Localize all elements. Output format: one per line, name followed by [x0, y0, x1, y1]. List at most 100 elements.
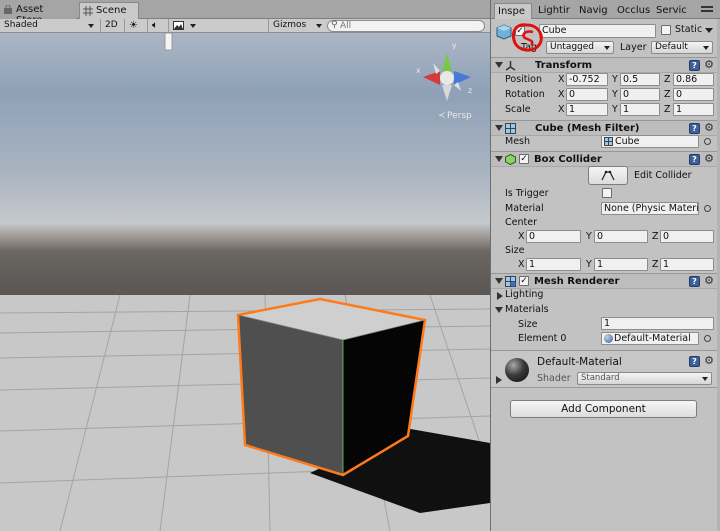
object-picker-icon[interactable]: [704, 138, 711, 145]
box-collider-enabled-checkbox[interactable]: ✓: [519, 154, 529, 164]
is-trigger-checkbox[interactable]: [602, 188, 612, 198]
mesh-renderer-title: Mesh Renderer: [534, 276, 620, 287]
tab-menu-icon[interactable]: [701, 4, 715, 16]
lighting-foldout-arrow-icon[interactable]: [497, 292, 503, 300]
gear-icon[interactable]: ⚙: [703, 275, 715, 287]
size-z-field[interactable]: 1: [660, 258, 714, 271]
tab-occlusion[interactable]: Occlus: [614, 3, 652, 19]
scene-tab-bar: Asset Store Scene: [0, 0, 490, 26]
center-y-field[interactable]: 0: [594, 230, 648, 243]
tab-lighting[interactable]: Lightir: [535, 3, 575, 19]
material-block: Default-Material Shader Standard ? ⚙: [491, 350, 717, 388]
rotation-x-field[interactable]: 0: [566, 88, 608, 101]
tab-asset-store[interactable]: Asset Store: [0, 2, 76, 26]
view-orientation-gizmo[interactable]: y x z ≺ Persp: [416, 41, 472, 121]
lighting-section-label[interactable]: Lighting: [505, 289, 543, 300]
collider-size-label: Size: [505, 245, 525, 256]
size-x-field[interactable]: 1: [526, 258, 581, 271]
position-y-field[interactable]: 0.5: [620, 73, 660, 86]
scale-y-field[interactable]: 1: [620, 103, 660, 116]
edit-collider-button[interactable]: [588, 166, 628, 185]
help-book-icon[interactable]: ?: [689, 154, 700, 165]
rotation-y-field[interactable]: 0: [620, 88, 660, 101]
mode-2d-button[interactable]: 2D: [100, 19, 122, 33]
mesh-renderer-header[interactable]: ✓ Mesh Renderer ? ⚙: [491, 273, 717, 289]
help-book-icon[interactable]: ?: [689, 60, 700, 71]
foldout-arrow-icon[interactable]: [495, 62, 503, 68]
center-x-field[interactable]: 0: [526, 230, 581, 243]
tab-services[interactable]: Servic: [653, 3, 691, 19]
materials-size-field[interactable]: 1: [601, 317, 714, 330]
audio-toggle[interactable]: 🔈︎: [147, 19, 167, 33]
box-collider-icon: [505, 154, 516, 165]
axis-x-label: X: [558, 74, 565, 85]
grid-icon: [83, 6, 93, 16]
tab-scene[interactable]: Scene: [79, 2, 139, 19]
scale-label: Scale: [505, 104, 531, 115]
rotation-z-field[interactable]: 0: [673, 88, 714, 101]
material-preview-sphere[interactable]: [505, 358, 529, 382]
help-book-icon[interactable]: ?: [689, 276, 700, 287]
is-trigger-label: Is Trigger: [505, 188, 549, 199]
scene-view[interactable]: y x z ≺ Persp: [0, 33, 490, 531]
help-book-icon[interactable]: ?: [689, 356, 700, 367]
axis-x-label: X: [558, 104, 565, 115]
scale-z-field[interactable]: 1: [673, 103, 714, 116]
materials-section-label[interactable]: Materials: [505, 304, 549, 315]
gear-icon[interactable]: ⚙: [703, 122, 715, 134]
pivot-handle[interactable]: [164, 33, 173, 51]
axis-x-label: X: [558, 89, 565, 100]
object-picker-icon[interactable]: [704, 335, 711, 342]
gizmos-dropdown[interactable]: Gizmos: [268, 19, 326, 33]
static-dropdown-arrow[interactable]: [705, 28, 713, 33]
add-component-button[interactable]: Add Component: [510, 400, 697, 418]
box-collider-header[interactable]: ✓ Box Collider ? ⚙: [491, 151, 717, 167]
position-x-field[interactable]: -0.752: [566, 73, 608, 86]
search-placeholder: All: [340, 21, 352, 31]
mesh-renderer-enabled-checkbox[interactable]: ✓: [519, 276, 529, 286]
tab-inspector[interactable]: Inspe: [494, 3, 532, 19]
mesh-filter-title: Cube (Mesh Filter): [535, 123, 640, 134]
axis-z-label: Z: [664, 104, 671, 115]
gear-icon[interactable]: ⚙: [703, 59, 715, 71]
lighting-toggle[interactable]: ☀: [124, 19, 146, 33]
element0-field[interactable]: Default-Material: [601, 332, 699, 345]
back-arrow-icon: ≺: [438, 111, 446, 121]
mesh-filter-header[interactable]: Cube (Mesh Filter) ? ⚙: [491, 120, 717, 136]
help-book-icon[interactable]: ?: [689, 123, 700, 134]
effects-dropdown[interactable]: [168, 19, 198, 33]
scale-x-field[interactable]: 1: [566, 103, 608, 116]
sun-icon: ☀: [129, 20, 138, 31]
mesh-grid-icon: [505, 123, 516, 134]
scene-search-input[interactable]: ⚲ All: [327, 20, 485, 32]
chevron-down-icon: [88, 24, 94, 28]
image-icon: [173, 21, 184, 30]
gear-icon[interactable]: ⚙: [703, 355, 715, 367]
scene-canvas: y x z ≺ Persp: [0, 33, 490, 531]
foldout-arrow-icon[interactable]: [495, 156, 503, 162]
mesh-field[interactable]: Cube: [601, 135, 699, 148]
chevron-down-icon: [703, 46, 709, 50]
object-picker-icon[interactable]: [704, 205, 711, 212]
layer-dropdown[interactable]: Default: [651, 41, 713, 54]
tab-navigation[interactable]: Navig: [576, 3, 614, 19]
material-foldout-arrow-icon[interactable]: [496, 376, 502, 384]
center-label: Center: [505, 217, 537, 228]
shading-dropdown[interactable]: Shaded: [0, 19, 98, 33]
shader-value: Standard: [581, 373, 620, 383]
gear-icon[interactable]: ⚙: [703, 153, 715, 165]
materials-foldout-arrow-icon[interactable]: [495, 307, 503, 313]
position-z-field[interactable]: 0.86: [673, 73, 714, 86]
collider-material-field[interactable]: None (Physic Materi: [601, 202, 699, 215]
shader-dropdown[interactable]: Standard: [577, 372, 712, 385]
foldout-arrow-icon[interactable]: [495, 125, 503, 131]
annotation-circle: [512, 23, 543, 52]
axis-y-label: Y: [612, 74, 618, 85]
tag-dropdown[interactable]: Untagged: [546, 41, 614, 54]
transform-header[interactable]: Transform ? ⚙: [491, 57, 717, 73]
center-z-field[interactable]: 0: [660, 230, 714, 243]
object-name-field[interactable]: Cube: [539, 24, 656, 38]
foldout-arrow-icon[interactable]: [495, 278, 503, 284]
size-y-field[interactable]: 1: [594, 258, 648, 271]
static-checkbox[interactable]: [661, 25, 671, 35]
